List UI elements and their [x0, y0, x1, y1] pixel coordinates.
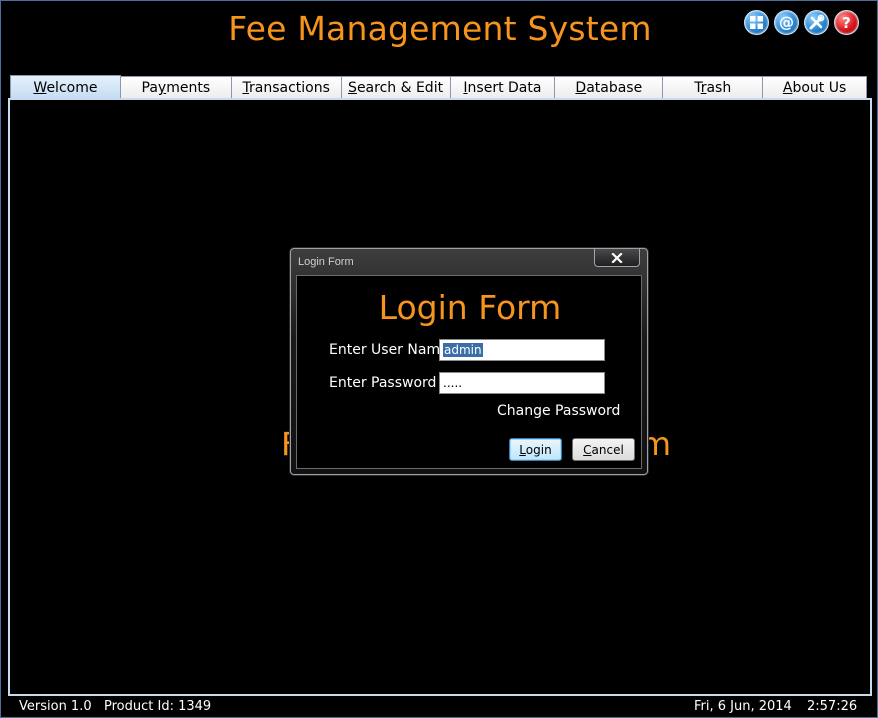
tab-label: About Us [782, 80, 847, 96]
svg-text:?: ? [842, 14, 851, 31]
tab-trash[interactable]: Trash [662, 76, 764, 99]
tab-label: Database [575, 80, 643, 96]
svg-text:@: @ [779, 14, 794, 31]
tab-label: Trash [694, 80, 732, 96]
tab-label: Transactions [242, 80, 330, 96]
tab-label: Search & Edit [348, 80, 444, 96]
username-label: Enter User Name [329, 342, 449, 358]
toolbar: @ ? [744, 10, 859, 35]
tab-transactions[interactable]: Transactions [230, 76, 342, 99]
dialog-body: Login Form Enter User Name admin Enter P… [296, 275, 642, 469]
tools-icon[interactable] [804, 10, 829, 35]
login-button-label: Login [519, 442, 552, 457]
tab-label: Insert Data [463, 80, 542, 96]
password-value: ..... [443, 376, 463, 390]
login-button[interactable]: Login [509, 438, 562, 461]
app-window: Fee Management System @ ? Welcome Paymen… [0, 0, 878, 718]
cancel-button-label: Cancel [583, 442, 624, 457]
close-icon [611, 252, 623, 263]
login-dialog: Login Form Login Form Enter User Name ad… [290, 248, 648, 475]
password-label: Enter Password [329, 375, 437, 391]
tab-database[interactable]: Database [554, 76, 664, 99]
status-bar: Version 1.0 Product Id: 1349 Fri, 6 Jun,… [1, 697, 878, 718]
username-field[interactable]: admin [439, 339, 605, 361]
password-field[interactable]: ..... [439, 372, 605, 394]
tab-bar: Welcome Payments Transactions Search & E… [10, 75, 868, 99]
status-date: Fri, 6 Jun, 2014 [694, 699, 792, 714]
tab-label: Welcome [33, 79, 98, 96]
tab-label: Payments [141, 80, 211, 96]
tab-payments[interactable]: Payments [119, 76, 232, 99]
dialog-caption: Login Form [298, 256, 354, 268]
grid-icon[interactable] [744, 10, 769, 35]
status-time: 2:57:26 [807, 699, 858, 714]
change-password-link[interactable]: Change Password [497, 403, 620, 419]
help-icon[interactable]: ? [834, 10, 859, 35]
close-button[interactable] [594, 249, 640, 267]
version-product-id: Version 1.0 Product Id: 1349 [19, 699, 212, 714]
tab-about-us[interactable]: About Us [762, 76, 868, 99]
tab-insert-data[interactable]: Insert Data [449, 76, 556, 99]
email-icon[interactable]: @ [774, 10, 799, 35]
login-heading: Login Form [378, 288, 562, 327]
username-value: admin [443, 343, 483, 357]
tab-welcome[interactable]: Welcome [10, 75, 121, 99]
tab-search-edit[interactable]: Search & Edit [340, 76, 451, 99]
cancel-button[interactable]: Cancel [572, 438, 635, 461]
